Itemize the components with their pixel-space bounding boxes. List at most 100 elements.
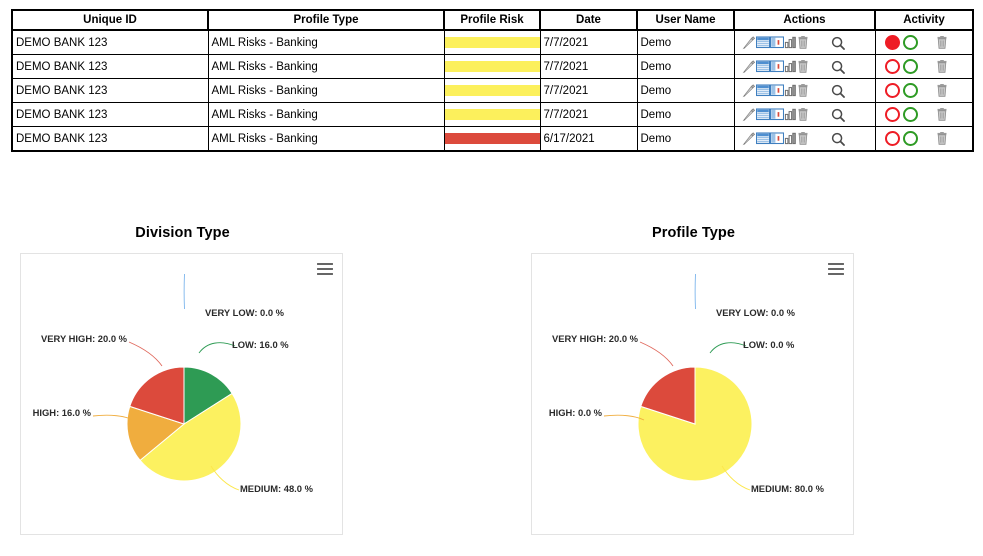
trash-icon[interactable] bbox=[797, 60, 809, 73]
trash-icon[interactable] bbox=[936, 36, 948, 49]
activity-icon-group bbox=[876, 55, 973, 78]
table-row: DEMO BANK 123 AML Risks - Banking 7/7/2021… bbox=[11, 29, 974, 55]
profile-type-chart-panel: VERY LOW: 0.0 % LOW: 0.0 % MEDIUM: 80.0 % H… bbox=[531, 253, 854, 535]
pencil-icon[interactable] bbox=[742, 35, 756, 50]
profile-risk-bar bbox=[444, 37, 540, 48]
pie-data-label: LOW: 16.0 % bbox=[232, 339, 289, 350]
magnifier-icon[interactable] bbox=[831, 132, 845, 146]
green-status-circle[interactable] bbox=[902, 35, 918, 50]
trash-icon[interactable] bbox=[797, 36, 809, 49]
green-status-circle[interactable] bbox=[902, 83, 918, 98]
cell-activity bbox=[874, 54, 974, 79]
action-icon-group bbox=[735, 127, 875, 150]
action-icon-group bbox=[735, 103, 875, 126]
profiles-table-container: Unique ID Profile Type Profile Risk Date… bbox=[11, 9, 974, 152]
pie-data-label: HIGH: 0.0 % bbox=[549, 407, 603, 418]
pie-data-label: VERY HIGH: 20.0 % bbox=[552, 333, 639, 344]
table-body: DEMO BANK 123 AML Risks - Banking 7/7/2021… bbox=[11, 29, 974, 152]
column-header-unique-id[interactable]: Unique ID bbox=[11, 9, 209, 31]
trash-icon[interactable] bbox=[797, 108, 809, 121]
trash-icon[interactable] bbox=[936, 108, 948, 121]
green-status-circle[interactable] bbox=[902, 59, 918, 74]
activity-icon-group bbox=[876, 103, 973, 126]
cell-profile-type: AML Risks - Banking bbox=[207, 54, 445, 79]
pie-data-label: LOW: 0.0 % bbox=[743, 339, 795, 350]
trash-icon[interactable] bbox=[936, 60, 948, 73]
trash-icon[interactable] bbox=[936, 84, 948, 97]
table-view-icon[interactable] bbox=[755, 84, 770, 97]
table-view-icon[interactable] bbox=[755, 108, 770, 121]
magnifier-icon[interactable] bbox=[831, 84, 845, 98]
table-row: DEMO BANK 123 AML Risks - Banking 7/7/2021… bbox=[11, 102, 974, 127]
red-status-circle[interactable] bbox=[884, 107, 900, 122]
table-view-icon[interactable] bbox=[755, 36, 770, 49]
pie-data-label: VERY LOW: 0.0 % bbox=[205, 307, 285, 318]
cell-unique-id: DEMO BANK 123 bbox=[11, 78, 209, 103]
trash-icon[interactable] bbox=[936, 132, 948, 145]
cell-date: 7/7/2021 bbox=[539, 54, 638, 79]
red-status-circle[interactable] bbox=[884, 131, 900, 146]
red-status-circle[interactable] bbox=[884, 59, 900, 74]
profile-risk-bar bbox=[444, 61, 540, 72]
pie-label-connector bbox=[128, 341, 163, 367]
green-status-circle[interactable] bbox=[902, 107, 918, 122]
green-status-circle[interactable] bbox=[902, 131, 918, 146]
pencil-icon[interactable] bbox=[742, 83, 756, 98]
table-header-row: Unique ID Profile Type Profile Risk Date… bbox=[11, 9, 974, 31]
magnifier-icon[interactable] bbox=[831, 60, 845, 74]
activity-icon-group bbox=[876, 31, 973, 54]
column-header-profile-type[interactable]: Profile Type bbox=[207, 9, 445, 31]
pie-label-connector bbox=[639, 341, 674, 367]
cell-unique-id: DEMO BANK 123 bbox=[11, 126, 209, 152]
pencil-icon[interactable] bbox=[742, 131, 756, 146]
table-view-icon[interactable] bbox=[755, 60, 770, 73]
activity-icon-group bbox=[876, 127, 973, 150]
pencil-icon[interactable] bbox=[742, 59, 756, 74]
bar-chart-icon[interactable] bbox=[784, 132, 797, 145]
document-view-icon[interactable] bbox=[769, 36, 784, 49]
table-row: DEMO BANK 123 AML Risks - Banking 7/7/2021… bbox=[11, 54, 974, 79]
bar-chart-icon[interactable] bbox=[784, 84, 797, 97]
bar-chart-icon[interactable] bbox=[784, 108, 797, 121]
pie-data-label: MEDIUM: 80.0 % bbox=[751, 483, 825, 494]
document-view-icon[interactable] bbox=[769, 132, 784, 145]
division-type-pie-svg: VERY LOW: 0.0 % LOW: 16.0 % MEDIUM: 48.0 %… bbox=[33, 273, 314, 494]
table-view-icon[interactable] bbox=[755, 132, 770, 145]
cell-user-name: Demo bbox=[636, 126, 735, 152]
cell-profile-type: AML Risks - Banking bbox=[207, 126, 445, 152]
division-type-chart-title: Division Type bbox=[135, 225, 230, 241]
cell-actions bbox=[733, 54, 876, 79]
profile-risk-bar bbox=[444, 109, 540, 120]
pie-data-label: VERY HIGH: 20.0 % bbox=[41, 333, 128, 344]
division-type-chart-block: Division Type VERY LOW: 0.0 % LOW: 16.0 %… bbox=[20, 225, 345, 535]
cell-actions bbox=[733, 102, 876, 127]
trash-icon[interactable] bbox=[797, 132, 809, 145]
document-view-icon[interactable] bbox=[769, 60, 784, 73]
cell-actions bbox=[733, 126, 876, 152]
magnifier-icon[interactable] bbox=[831, 108, 845, 122]
trash-icon[interactable] bbox=[797, 84, 809, 97]
cell-date: 7/7/2021 bbox=[539, 102, 638, 127]
pencil-icon[interactable] bbox=[742, 107, 756, 122]
pie-data-label: HIGH: 16.0 % bbox=[33, 407, 92, 418]
bar-chart-icon[interactable] bbox=[784, 60, 797, 73]
column-header-date[interactable]: Date bbox=[539, 9, 638, 31]
cell-activity bbox=[874, 78, 974, 103]
column-header-user-name[interactable]: User Name bbox=[636, 9, 735, 31]
bar-chart-icon[interactable] bbox=[784, 36, 797, 49]
document-view-icon[interactable] bbox=[769, 84, 784, 97]
cell-user-name: Demo bbox=[636, 102, 735, 127]
cell-profile-type: AML Risks - Banking bbox=[207, 102, 445, 127]
pie-label-connector bbox=[198, 342, 236, 354]
cell-user-name: Demo bbox=[636, 78, 735, 103]
column-header-profile-risk[interactable]: Profile Risk bbox=[443, 9, 541, 31]
red-status-circle[interactable] bbox=[884, 83, 900, 98]
cell-activity bbox=[874, 126, 974, 152]
red-status-circle[interactable] bbox=[884, 35, 900, 50]
document-view-icon[interactable] bbox=[769, 108, 784, 121]
cell-user-name: Demo bbox=[636, 29, 735, 55]
activity-icon-group bbox=[876, 79, 973, 102]
cell-unique-id: DEMO BANK 123 bbox=[11, 102, 209, 127]
action-icon-group bbox=[735, 79, 875, 102]
magnifier-icon[interactable] bbox=[831, 36, 845, 50]
